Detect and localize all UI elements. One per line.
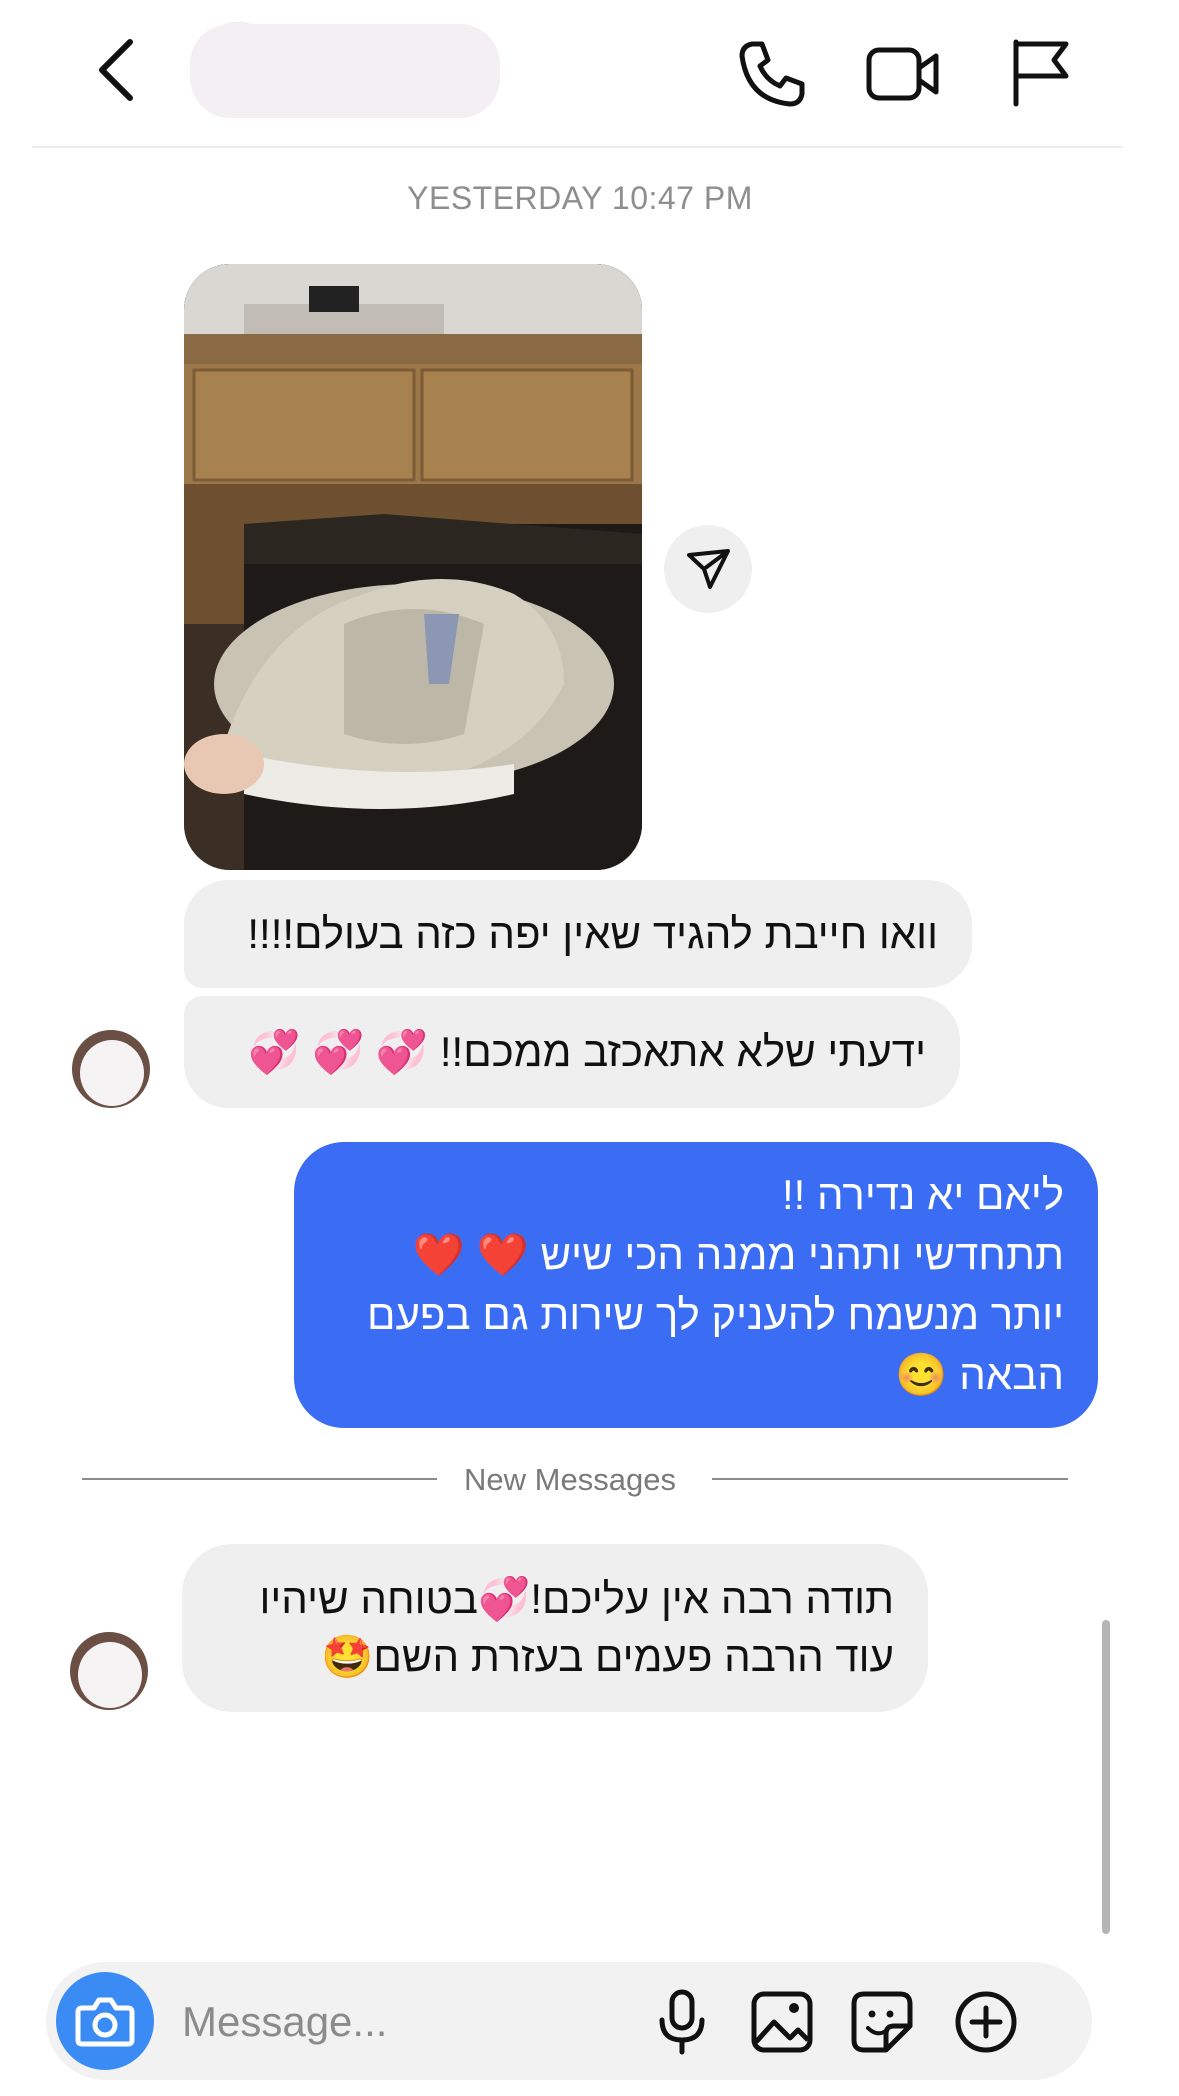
call-button[interactable] [734, 34, 812, 112]
more-options-button[interactable] [950, 1986, 1022, 2058]
sneaker-photo [184, 264, 642, 870]
camera-icon [75, 1997, 135, 2047]
message-text: ידעתי שלא אתאכזב ממכם!! 💞 💞 💞 [248, 1028, 926, 1075]
sticker-icon [851, 1991, 913, 2053]
camera-button[interactable] [56, 1972, 154, 2070]
new-messages-line-right [712, 1478, 1068, 1480]
message-line: הבאה 😊 [895, 1351, 1064, 1398]
message-line: תודה רבה אין עליכם!💞בטוחה שיהיו [259, 1575, 894, 1622]
message-composer [46, 1962, 1092, 2080]
message-input[interactable] [180, 1982, 644, 2062]
microphone-icon [659, 1989, 705, 2055]
photo-message[interactable] [184, 264, 642, 870]
chevron-left-icon [99, 39, 133, 101]
message-line: יותר מנשמח להעניק לך שירות גם בפעם [367, 1291, 1064, 1338]
sender-avatar[interactable] [70, 1632, 148, 1710]
message-line: עוד הרבה פעמים בעזרת השם🤩 [321, 1633, 894, 1680]
scrollbar[interactable] [1102, 1620, 1110, 1934]
video-call-button[interactable] [864, 34, 942, 112]
video-camera-icon [866, 47, 939, 101]
image-icon [751, 1991, 813, 2053]
incoming-message[interactable]: תודה רבה אין עליכם!💞בטוחה שיהיו עוד הרבה… [182, 1544, 928, 1712]
sticker-button[interactable] [846, 1986, 918, 2058]
share-photo-button[interactable] [664, 525, 752, 613]
message-line: ליאם יא נדירה !! [782, 1171, 1064, 1218]
report-button[interactable] [1004, 34, 1082, 112]
flag-icon [1013, 39, 1069, 107]
back-button[interactable] [90, 30, 150, 110]
header-divider [32, 146, 1122, 148]
contact-name-redacted[interactable] [190, 24, 500, 118]
message-text: וואו חייבת להגיד שאין יפה כזה בעולם!!!! [247, 910, 938, 957]
chat-header [0, 0, 1179, 147]
paper-plane-icon [687, 549, 730, 589]
chat-screen: YESTERDAY 10:47 PM וואו חייבת להגיד שאין… [0, 0, 1179, 2096]
new-messages-label: New Messages [464, 1462, 676, 1497]
gallery-button[interactable] [746, 1986, 818, 2058]
voice-message-button[interactable] [646, 1986, 718, 2058]
plus-circle-icon [955, 1991, 1017, 2053]
thread-timestamp: YESTERDAY 10:47 PM [407, 180, 753, 216]
sender-avatar[interactable] [72, 1030, 150, 1108]
incoming-message[interactable]: ידעתי שלא אתאכזב ממכם!! 💞 💞 💞 [184, 996, 960, 1108]
outgoing-message[interactable]: ליאם יא נדירה !! תתחדשי ותהני ממנה הכי ש… [294, 1142, 1098, 1428]
incoming-message[interactable]: וואו חייבת להגיד שאין יפה כזה בעולם!!!! [184, 880, 972, 988]
message-line: תתחדשי ותהני ממנה הכי שיש ❤️ ❤️ [412, 1231, 1064, 1278]
phone-icon [739, 41, 805, 107]
